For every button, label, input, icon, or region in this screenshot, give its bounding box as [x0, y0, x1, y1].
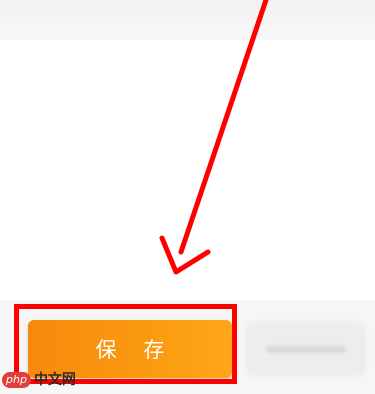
content-area	[0, 40, 375, 300]
top-blurred-area	[0, 0, 375, 40]
watermark-site-name: 中文网	[33, 372, 76, 388]
secondary-button-blurred[interactable]	[246, 322, 366, 376]
watermark-php: php	[2, 372, 31, 388]
blurred-label	[266, 346, 346, 353]
site-watermark-logo: php 中文网	[2, 372, 76, 388]
save-button[interactable]: 保 存	[28, 320, 232, 378]
